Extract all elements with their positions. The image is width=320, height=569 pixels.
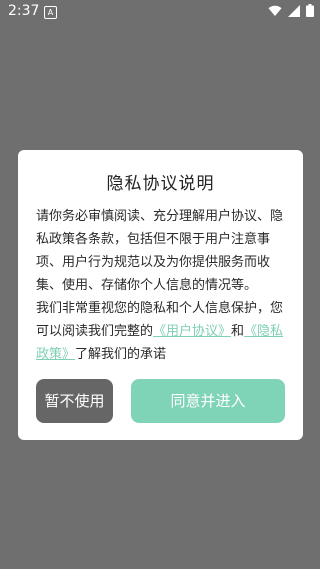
privacy-paragraph-1: 请你务必审慎阅读、充分理解用户协议、隐私政策各条款，包括但不限于用户注意事项、用…: [36, 209, 284, 293]
status-bar: 2:37 A: [0, 0, 320, 24]
privacy-paragraph-2: 我们非常重视您的隐私和个人信息保护，您可以阅读我们完整的《用户协议》和《隐私政策…: [36, 297, 290, 366]
notification-icon: A: [44, 6, 57, 19]
status-icons: [268, 4, 314, 17]
wifi-icon: [268, 5, 282, 16]
signal-icon: [288, 4, 300, 17]
user-agreement-link[interactable]: 《用户协议》: [153, 324, 231, 339]
and-text: 和: [231, 324, 245, 339]
status-time: 2:37: [8, 3, 40, 19]
dialog-title: 隐私协议说明: [106, 174, 215, 194]
battery-icon: [306, 4, 314, 17]
agree-button[interactable]: 同意并进入: [131, 379, 285, 423]
paragraph-2-suffix: 了解我们的承诺: [75, 347, 167, 362]
privacy-dialog: 隐私协议说明 请你务必审慎阅读、充分理解用户协议、隐私政策各条款，包括但不限于用…: [18, 150, 303, 440]
dialog-body: 请你务必审慎阅读、充分理解用户协议、隐私政策各条款，包括但不限于用户注意事项、用…: [36, 205, 290, 366]
decline-button[interactable]: 暂不使用: [36, 379, 113, 423]
